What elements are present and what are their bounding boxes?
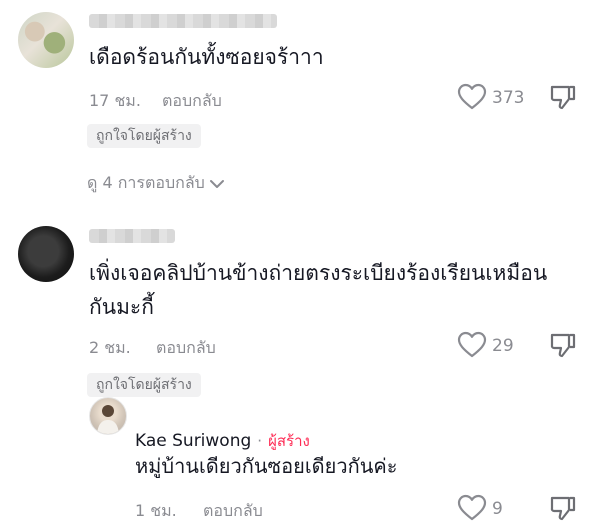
dislike-button[interactable] xyxy=(549,331,577,359)
heart-outline-icon xyxy=(457,331,487,358)
reply-button[interactable]: ตอบกลับ xyxy=(162,89,222,114)
creator-reply-text: หมู่บ้านเดียวกันซอยเดียวกันค่ะ xyxy=(135,454,398,478)
commenter-username-blurred[interactable] xyxy=(89,14,277,28)
comment-text-line-2: กันมะกี้ xyxy=(89,295,154,319)
view-replies-label: ดู 4 การตอบกลับ xyxy=(87,173,205,192)
like-button[interactable] xyxy=(457,83,487,111)
comment-time: 2 ชม. xyxy=(89,338,131,357)
heart-outline-icon xyxy=(457,83,487,110)
reply-button[interactable]: ตอบกลับ xyxy=(156,336,216,361)
thumbs-down-icon xyxy=(550,85,576,110)
commenter-username-blurred[interactable] xyxy=(89,229,175,243)
comment-text: เดือดร้อนกันทั้งซอยจร้าาา xyxy=(89,45,324,69)
like-count: 9 xyxy=(492,499,503,519)
chevron-down-icon xyxy=(209,179,224,188)
commenter-avatar[interactable] xyxy=(18,12,74,68)
commenter-avatar[interactable] xyxy=(18,226,74,282)
thumbs-down-icon xyxy=(550,333,576,358)
creator-avatar[interactable] xyxy=(89,397,127,435)
like-count: 373 xyxy=(492,88,525,108)
like-button[interactable] xyxy=(457,331,487,359)
creator-reply-time: 1 ชม. xyxy=(135,501,177,520)
like-button[interactable] xyxy=(457,494,487,522)
view-replies-button[interactable]: ดู 4 การตอบกลับ xyxy=(87,171,225,196)
creator-avatar-figure xyxy=(97,405,119,434)
comment-text-line-1: เพิ่งเจอคลิปบ้านข้างถ่ายตรงระเบียงร้องเร… xyxy=(89,261,548,285)
reply-button[interactable]: ตอบกลับ xyxy=(203,499,263,524)
creator-username[interactable]: Kae Suriwong xyxy=(135,431,251,451)
liked-by-creator-badge: ถูกใจโดยผู้สร้าง xyxy=(87,373,201,397)
comment-time: 17 ชม. xyxy=(89,91,141,110)
dislike-button[interactable] xyxy=(549,83,577,111)
heart-outline-icon xyxy=(457,494,487,521)
dislike-button[interactable] xyxy=(549,494,577,522)
separator-dot: · xyxy=(257,432,263,450)
thumbs-down-icon xyxy=(550,496,576,521)
like-count: 29 xyxy=(492,336,514,356)
liked-by-creator-badge: ถูกใจโดยผู้สร้าง xyxy=(87,124,201,148)
